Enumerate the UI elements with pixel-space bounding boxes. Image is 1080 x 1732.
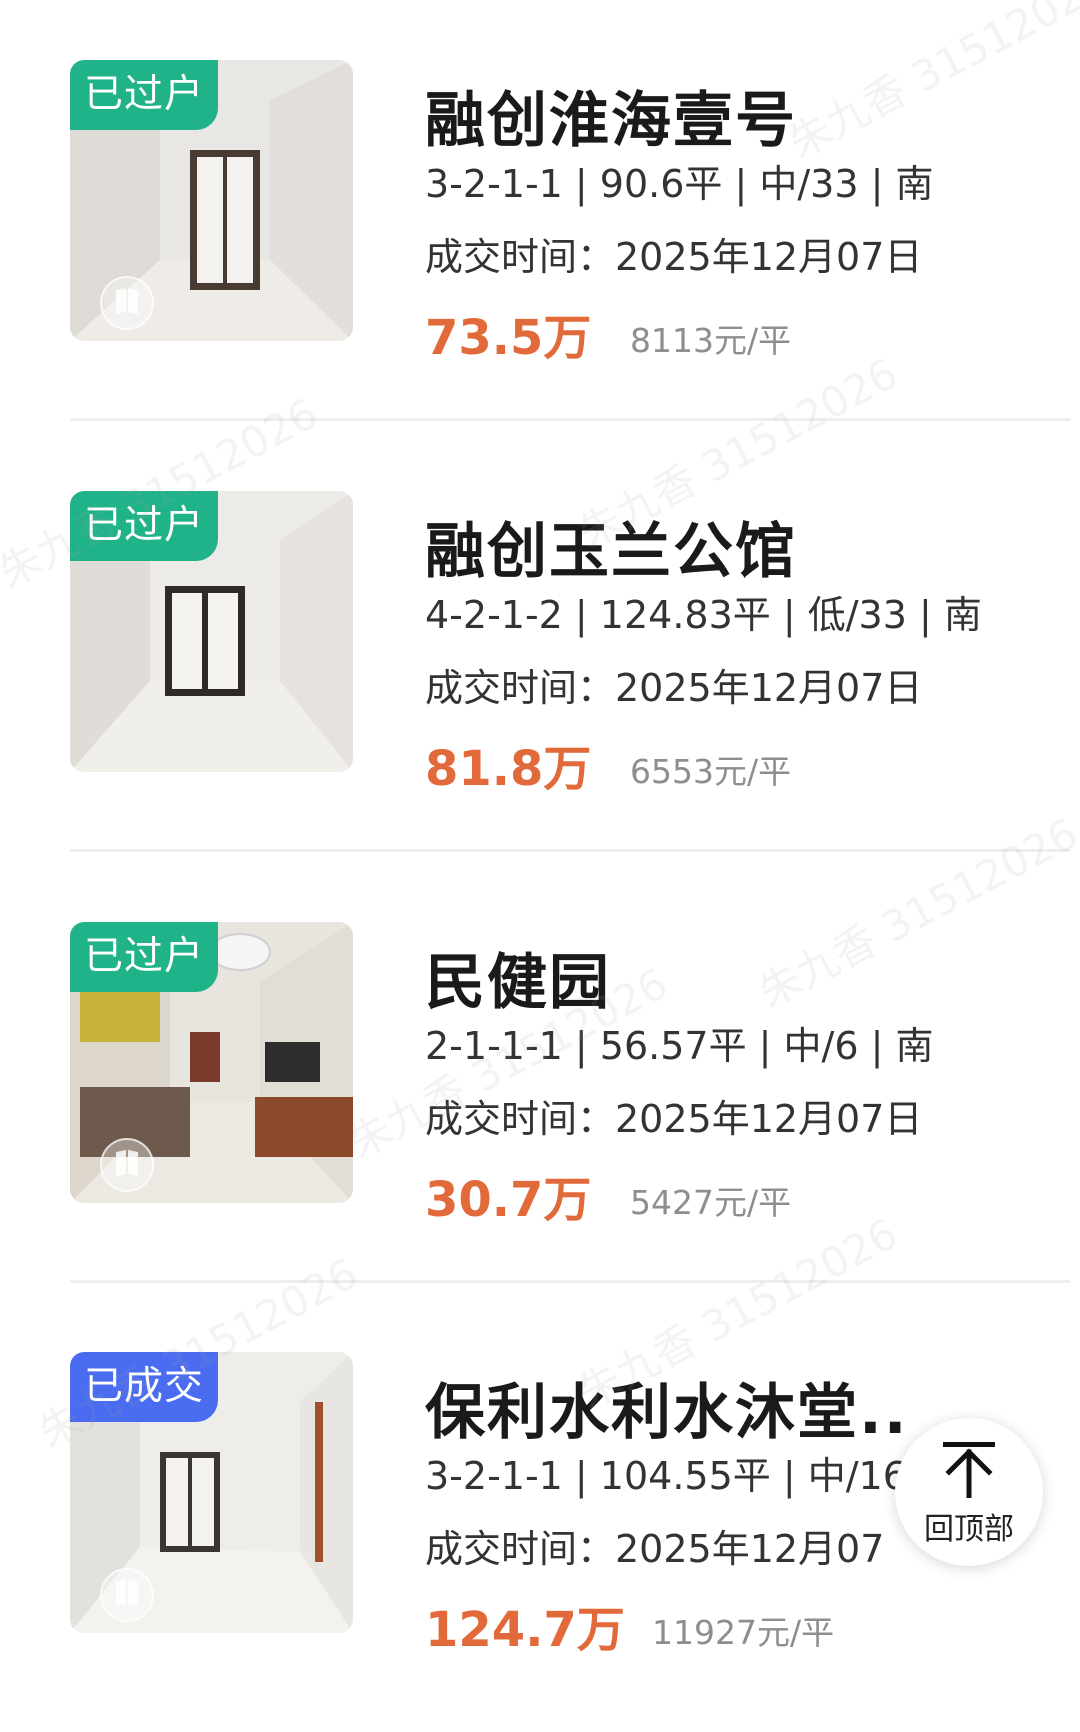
status-badge: 已成交 bbox=[70, 1352, 219, 1422]
total-price: 124.7万 bbox=[425, 1602, 625, 1658]
back-to-top-label: 回顶部 bbox=[924, 1512, 1014, 1547]
listing-specs: 3-2-1-1 | 104.55平 | 中/16 bbox=[425, 1454, 907, 1498]
deal-time: 成交时间：2025年12月07 bbox=[425, 1527, 885, 1571]
listing-specs: 4-2-1-2 | 124.83平 | 低/33 | 南 bbox=[425, 593, 982, 637]
unit-price: 11927元/平 bbox=[652, 1613, 835, 1652]
listing-specs: 2-1-1-1 | 56.57平 | 中/6 | 南 bbox=[425, 1024, 934, 1068]
total-price: 81.8万 bbox=[425, 741, 592, 797]
listing-title[interactable]: 融创淮海壹号 bbox=[425, 72, 797, 159]
listing-card[interactable]: 已过户 融创玉兰公馆 4-2-1-2 | 124.83平 | 低/33 | 南 … bbox=[0, 431, 1080, 862]
total-price: 73.5万 bbox=[425, 310, 592, 366]
listing-card[interactable]: 已过户 融创淮海壹号 3-2-1-1 | 90.6平 | 中/33 | 南 成交… bbox=[0, 0, 1080, 431]
back-to-top-button[interactable]: 回顶部 bbox=[895, 1418, 1043, 1566]
unit-price: 8113元/平 bbox=[630, 321, 792, 360]
listing-photo[interactable]: 已成交 bbox=[70, 1352, 353, 1633]
vr-tour-icon[interactable] bbox=[100, 1138, 154, 1192]
listing-specs: 3-2-1-1 | 90.6平 | 中/33 | 南 bbox=[425, 162, 934, 206]
listing-photo[interactable]: 已过户 bbox=[70, 491, 353, 772]
vr-tour-icon[interactable] bbox=[100, 276, 154, 330]
status-badge: 已过户 bbox=[70, 491, 219, 561]
listing-photo[interactable]: 已过户 bbox=[70, 60, 353, 341]
listing-card[interactable]: 已过户 民健园 2-1-1-1 | 56.57平 | 中/6 | 南 成交时间：… bbox=[0, 862, 1080, 1293]
vr-tour-icon[interactable] bbox=[100, 1568, 154, 1622]
divider bbox=[70, 849, 1070, 852]
deal-time: 成交时间：2025年12月07日 bbox=[425, 235, 923, 279]
listing-title[interactable]: 民健园 bbox=[425, 934, 611, 1021]
divider bbox=[70, 418, 1070, 421]
total-price: 30.7万 bbox=[425, 1172, 592, 1228]
deal-time: 成交时间：2025年12月07日 bbox=[425, 1097, 923, 1141]
unit-price: 6553元/平 bbox=[630, 752, 792, 791]
listing-title[interactable]: 保利水利水沐堂.. bbox=[425, 1364, 909, 1451]
divider bbox=[70, 1280, 1070, 1283]
listing-title[interactable]: 融创玉兰公馆 bbox=[425, 503, 797, 590]
arrow-up-to-top-icon bbox=[943, 1442, 995, 1498]
unit-price: 5427元/平 bbox=[630, 1183, 792, 1222]
listing-photo[interactable]: 已过户 bbox=[70, 922, 353, 1203]
deal-time: 成交时间：2025年12月07日 bbox=[425, 666, 923, 710]
status-badge: 已过户 bbox=[70, 60, 219, 130]
status-badge: 已过户 bbox=[70, 922, 219, 992]
